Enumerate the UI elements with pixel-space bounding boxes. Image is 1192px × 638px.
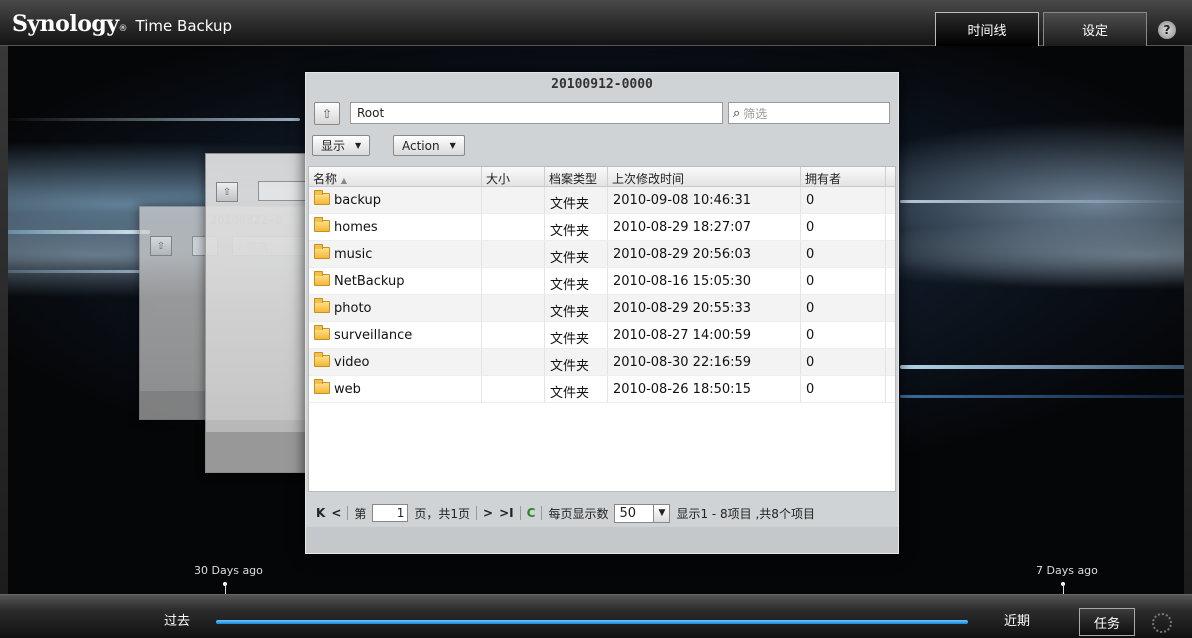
chevron-down-icon: ▼ bbox=[355, 141, 362, 150]
table-row[interactable]: photo 文件夹 2010-08-29 20:55:33 0 bbox=[309, 295, 895, 322]
next-page-button[interactable]: > bbox=[483, 506, 493, 520]
table-row[interactable]: backup 文件夹 2010-09-08 10:46:31 0 bbox=[309, 187, 895, 214]
view-menu-button[interactable]: 显示 ▼ bbox=[312, 135, 371, 156]
light-ray bbox=[900, 365, 1192, 369]
search-icon: ⌕ bbox=[733, 105, 741, 121]
folder-icon bbox=[314, 298, 330, 313]
grid-header: 名称 ▲ 大小 档案类型 上次修改时间 拥有者 bbox=[309, 167, 895, 187]
filter-placeholder: 筛选 bbox=[743, 106, 768, 121]
table-row[interactable]: video 文件夹 2010-08-30 22:16:59 0 bbox=[309, 349, 895, 376]
divider bbox=[541, 506, 543, 520]
file-grid: 名称 ▲ 大小 档案类型 上次修改时间 拥有者 backup 文件夹 2010-09… bbox=[308, 166, 896, 492]
help-icon[interactable]: ? bbox=[1158, 21, 1176, 39]
folder-icon bbox=[314, 271, 330, 286]
table-row[interactable]: surveillance 文件夹 2010-08-27 14:00:59 0 bbox=[309, 322, 895, 349]
folder-icon bbox=[314, 244, 330, 259]
marker-label-left: 30 Days ago bbox=[194, 564, 263, 577]
up-folder-button[interactable]: ⇧ bbox=[314, 102, 340, 125]
refresh-icon[interactable]: C bbox=[527, 506, 536, 520]
timeline-past-label: 过去 bbox=[164, 614, 191, 629]
up-arrow-icon: ⇧ bbox=[321, 106, 333, 121]
page-summary: 显示1 - 8项目 ,共8个项目 bbox=[676, 506, 815, 521]
chevron-down-icon: ▼ bbox=[449, 141, 456, 150]
frame-edge bbox=[0, 0, 8, 638]
snapshot-title: 20100912-0000 bbox=[551, 77, 653, 92]
snapshot-browser-window: 20100912-0000 ⇧ Root ⌕ 筛选 显示 ▼ Action ▼ … bbox=[305, 72, 899, 554]
timeline-bar: 过去 近期 任务 bbox=[0, 594, 1192, 638]
page-prefix: 第 bbox=[354, 506, 367, 521]
column-size[interactable]: 大小 bbox=[482, 167, 545, 186]
view-menu-label: 显示 bbox=[321, 139, 346, 153]
frame-edge bbox=[1184, 0, 1192, 638]
loading-spinner-icon bbox=[1152, 613, 1172, 633]
grid-body: backup 文件夹 2010-09-08 10:46:31 0 homes 文件夹 20… bbox=[309, 187, 895, 403]
column-name[interactable]: 名称 ▲ bbox=[309, 167, 482, 186]
light-ray bbox=[0, 230, 150, 234]
tab-settings[interactable]: 设定 bbox=[1043, 12, 1147, 46]
action-menu-label: Action bbox=[402, 138, 440, 153]
divider bbox=[476, 506, 478, 520]
brand-name: Synology bbox=[12, 11, 119, 37]
per-page-label: 每页显示数 bbox=[548, 506, 609, 521]
page-number-input[interactable]: 1 bbox=[372, 504, 409, 522]
timeline-recent-label: 近期 bbox=[1004, 614, 1031, 629]
path-field[interactable]: Root bbox=[350, 102, 723, 124]
table-row[interactable]: web 文件夹 2010-08-26 18:50:15 0 bbox=[309, 376, 895, 403]
folder-icon bbox=[314, 190, 330, 205]
pagination-bar: K < 第 1 页，共1页 > >I C 每页显示数 50 ▼ 显示1 - 8项… bbox=[308, 500, 896, 526]
top-bar: Synology ® Time Backup 时间线 设定 ? bbox=[0, 0, 1192, 46]
column-modified[interactable]: 上次修改时间 bbox=[608, 167, 801, 186]
action-menu-button[interactable]: Action ▼ bbox=[393, 135, 465, 156]
divider bbox=[347, 506, 349, 520]
folder-icon bbox=[314, 325, 330, 340]
table-row[interactable]: homes 文件夹 2010-08-29 18:27:07 0 bbox=[309, 214, 895, 241]
toolbar: 显示 ▼ Action ▼ bbox=[310, 133, 894, 159]
page-total: 页，共1页 bbox=[414, 506, 471, 521]
divider bbox=[519, 506, 521, 520]
filter-input[interactable]: ⌕ 筛选 bbox=[728, 102, 890, 124]
window-footer bbox=[306, 527, 898, 553]
registered-icon: ® bbox=[118, 24, 128, 34]
folder-icon bbox=[314, 379, 330, 394]
per-page-select[interactable]: 50 ▼ bbox=[614, 503, 671, 523]
chevron-down-icon: ▼ bbox=[654, 503, 671, 523]
timeline-markers: 30 Days ago 7 Days ago bbox=[0, 555, 1192, 624]
task-button[interactable]: 任务 bbox=[1079, 608, 1135, 636]
marker-label-right: 7 Days ago bbox=[1036, 564, 1098, 577]
sort-asc-icon: ▲ bbox=[340, 176, 347, 185]
light-ray bbox=[0, 270, 140, 273]
last-page-button[interactable]: >I bbox=[499, 506, 514, 520]
table-row[interactable]: NetBackup 文件夹 2010-08-16 15:05:30 0 bbox=[309, 268, 895, 295]
folder-icon bbox=[314, 217, 330, 232]
timeline-slider[interactable] bbox=[216, 620, 968, 624]
folder-icon bbox=[314, 352, 330, 367]
up-folder-icon: ⇧ bbox=[216, 182, 238, 202]
column-owner[interactable]: 拥有者 bbox=[801, 167, 886, 186]
app-logo: Synology ® Time Backup bbox=[12, 11, 232, 37]
tab-timeline[interactable]: 时间线 bbox=[935, 12, 1039, 46]
prev-page-button[interactable]: < bbox=[331, 506, 341, 520]
per-page-value: 50 bbox=[614, 503, 655, 523]
light-ray bbox=[0, 118, 300, 121]
app-title: Time Backup bbox=[135, 17, 233, 35]
table-row[interactable]: music 文件夹 2010-08-29 20:56:03 0 bbox=[309, 241, 895, 268]
light-ray bbox=[900, 395, 1192, 398]
up-folder-icon: ⇧ bbox=[150, 236, 172, 256]
first-page-button[interactable]: K bbox=[316, 506, 325, 520]
column-type[interactable]: 档案类型 bbox=[545, 167, 608, 186]
light-ray bbox=[900, 200, 1192, 203]
